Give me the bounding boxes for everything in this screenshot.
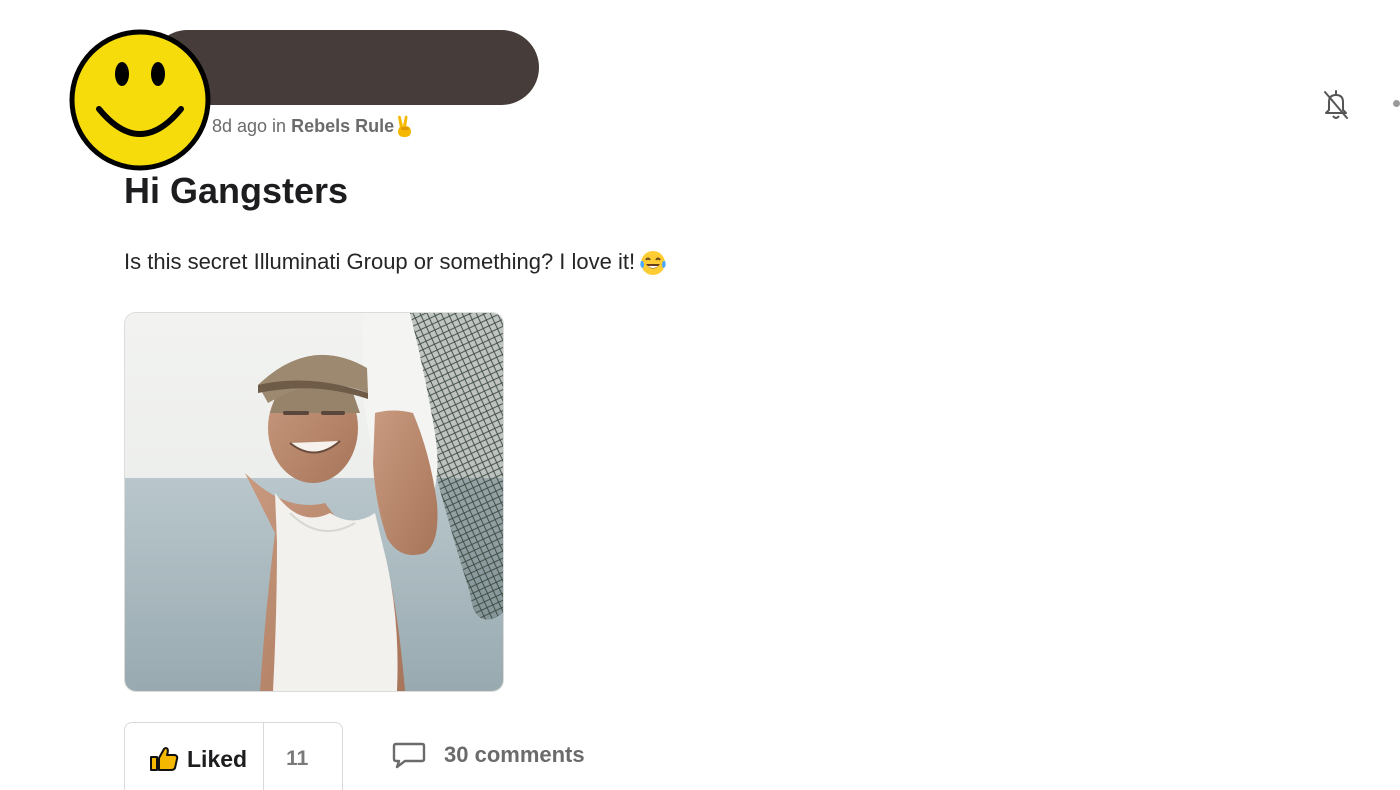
like-label: Liked: [187, 745, 248, 772]
notification-off-icon[interactable]: [1322, 86, 1350, 124]
post-title: Hi Gangsters: [124, 170, 349, 211]
tears-of-joy-icon: [640, 251, 666, 276]
post-media-image[interactable]: [124, 312, 504, 692]
author-avatar[interactable]: [69, 29, 211, 171]
comments-button[interactable]: 30 comments: [392, 740, 585, 770]
thumbs-up-icon: [150, 747, 179, 771]
comment-bubble-icon: [392, 742, 426, 769]
group-link[interactable]: Rebels Rule: [291, 116, 394, 136]
like-control: Liked 11: [124, 722, 343, 790]
media-photo: [125, 313, 503, 691]
post-page: 8d ago in Rebels Rule Hi Gangsters Is th…: [0, 0, 1400, 790]
victory-hand-icon: [398, 115, 412, 137]
more-options-icon[interactable]: [1393, 100, 1400, 107]
comments-count: 30 comments: [444, 742, 585, 767]
post-age: 8d ago in: [212, 115, 287, 136]
like-count[interactable]: 11: [264, 747, 330, 771]
post-body: Is this secret Illuminati Group or somet…: [124, 249, 667, 277]
post-meta: 8d ago in Rebels Rule: [212, 115, 415, 139]
post-body-text: Is this secret Illuminati Group or somet…: [124, 249, 636, 274]
like-button[interactable]: Liked: [125, 723, 265, 790]
